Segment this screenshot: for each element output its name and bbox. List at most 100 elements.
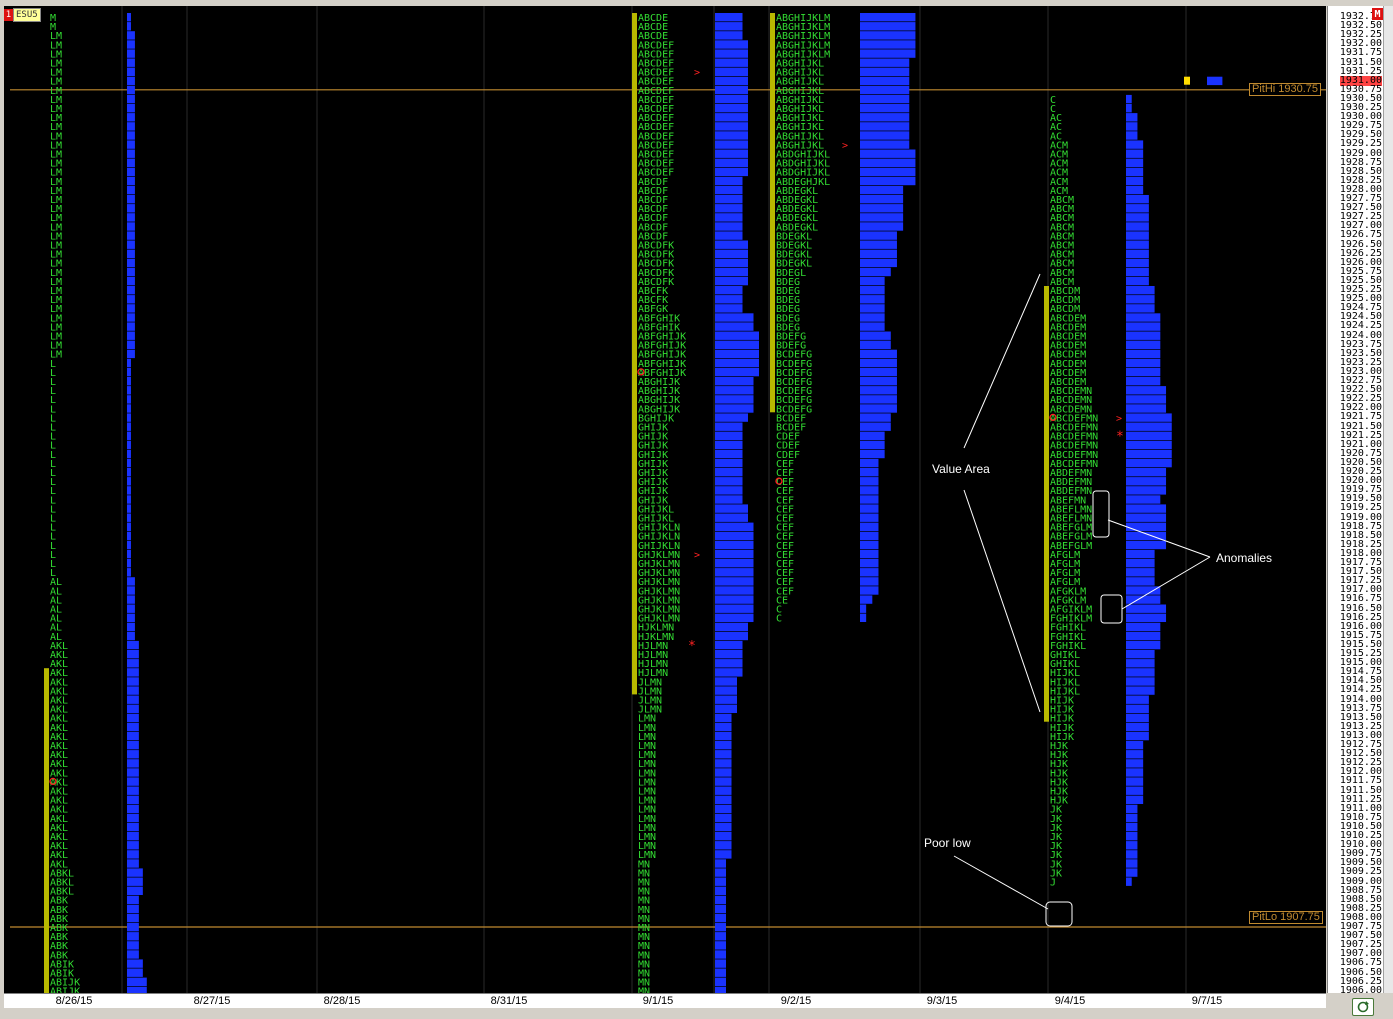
histogram-bar (715, 367, 759, 377)
histogram-bar (1126, 786, 1144, 795)
histogram-bar (715, 741, 732, 750)
histogram-bar (715, 786, 732, 795)
histogram-bar (715, 94, 748, 104)
histogram-bar (127, 859, 139, 868)
histogram-bar (127, 877, 143, 886)
histogram-bar (715, 540, 754, 550)
date-axis-label: 8/31/15 (490, 995, 528, 1007)
histogram-bar (860, 286, 885, 295)
histogram-bar (715, 167, 748, 177)
histogram-bar (1126, 613, 1167, 622)
histogram-bar (715, 395, 754, 404)
date-axis[interactable]: 8/26/15 8/27/15 8/28/15 8/31/15 9/1/15 9/2/15… (4, 993, 1326, 1008)
histogram-bar (860, 386, 897, 395)
histogram-bar (127, 122, 135, 131)
histogram-bar (1126, 832, 1138, 841)
histogram-bar (715, 158, 748, 167)
histogram-bar (860, 413, 891, 422)
date-axis-label: 8/28/15 (323, 995, 361, 1007)
current-price-marker (1184, 76, 1190, 85)
histogram-bar (860, 404, 897, 413)
histogram-bar (127, 167, 135, 177)
histogram-bar (127, 49, 135, 58)
date-axis-label: 9/4/15 (1054, 995, 1086, 1007)
histogram-bar (860, 586, 879, 595)
histogram-bar (127, 832, 139, 841)
close-marker: > (842, 140, 848, 151)
histogram-bar (860, 40, 916, 49)
histogram-bar (715, 249, 748, 258)
histogram-bar (715, 413, 748, 422)
price-axis[interactable]: 1932.75 1932.50 1932.25 1932.00 1931.75 1931.… (1327, 6, 1384, 993)
histogram-bar (1126, 695, 1149, 704)
histogram-bar (715, 58, 748, 67)
histogram-bar (860, 313, 885, 322)
histogram-bar (127, 131, 135, 140)
histogram-bar (127, 777, 139, 786)
histogram-bar (1126, 549, 1155, 559)
histogram-bar (1126, 540, 1167, 550)
histogram-bar (127, 613, 135, 622)
histogram-bar (860, 468, 879, 477)
histogram-bar (715, 531, 754, 541)
histogram-bar (715, 950, 726, 959)
vertical-scrollbar[interactable] (1383, 6, 1393, 993)
histogram-bar (1126, 722, 1149, 732)
histogram-bar (127, 258, 135, 268)
market-profile-window: { "symbol": {"number": "1", "code": "ESU… (0, 0, 1393, 1016)
histogram-bar (715, 222, 743, 231)
histogram-bar (860, 76, 910, 86)
histogram-bar (127, 668, 139, 677)
histogram-bar (715, 713, 732, 723)
histogram-bar (860, 67, 910, 76)
histogram-bar (127, 741, 139, 750)
profile-overlay: MMLMLMLMLMLMLMLMLMLMLMLMLMLMLMLMLMLMLMLM… (10, 6, 1326, 993)
profile-chart-area[interactable]: M M LM LM LM LM LM LM LM LM LM LM LM LM LM LM LM LM LM LM LM… (4, 6, 1326, 993)
histogram-bar (1126, 713, 1149, 723)
histogram-bar (715, 968, 726, 977)
histogram-bar (127, 559, 131, 568)
histogram-bar (1126, 804, 1138, 814)
histogram-bar (1126, 486, 1167, 495)
histogram-bar (1126, 577, 1155, 586)
histogram-bar (715, 795, 732, 804)
histogram-bar (127, 31, 135, 40)
poor-low-annotation: Poor low (924, 836, 971, 850)
histogram-bar (127, 76, 135, 86)
histogram-bar (127, 231, 135, 240)
refresh-button[interactable] (1352, 998, 1374, 1016)
histogram-bar (860, 104, 910, 113)
histogram-bar (1207, 76, 1223, 86)
histogram-bar (860, 113, 910, 122)
histogram-bar (1126, 340, 1161, 349)
histogram-bar (127, 868, 143, 877)
histogram-bar (127, 640, 139, 650)
histogram-bar (127, 22, 131, 31)
symbol-tag[interactable]: 1 ESU5 (4, 8, 41, 22)
histogram-bar (715, 913, 726, 923)
histogram-bar (860, 431, 885, 440)
histogram-bar (127, 650, 139, 659)
histogram-bar (1126, 404, 1167, 413)
histogram-bar (1126, 204, 1149, 213)
histogram-bar (127, 149, 135, 158)
histogram-bar (715, 959, 726, 968)
histogram-bar (1126, 568, 1155, 577)
histogram-bar (127, 768, 139, 777)
histogram-bar (127, 586, 135, 595)
histogram-bar (1126, 440, 1172, 450)
histogram-bar (1126, 704, 1149, 713)
histogram-bar (715, 731, 732, 741)
histogram-bar (127, 568, 131, 577)
histogram-bar (715, 777, 732, 786)
histogram-bar (1126, 386, 1167, 395)
histogram-bar (715, 458, 743, 468)
histogram-bar (127, 422, 131, 431)
corner-m-badge[interactable]: M (1372, 8, 1383, 20)
histogram-bar (1126, 377, 1161, 386)
histogram-bar (127, 540, 131, 550)
histogram-bar (1126, 276, 1149, 286)
histogram-bar (715, 104, 748, 113)
histogram-bar (1126, 859, 1138, 868)
histogram-bar (1126, 559, 1155, 568)
